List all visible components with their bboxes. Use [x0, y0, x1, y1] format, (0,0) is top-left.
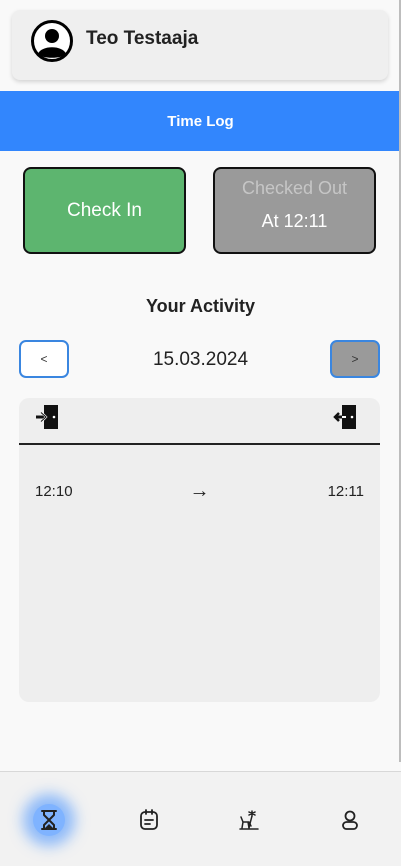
nav-profile[interactable] [320, 790, 380, 850]
panel-divider [19, 443, 380, 445]
door-exit-icon [333, 405, 356, 429]
activity-title: Your Activity [145, 296, 256, 316]
profile-icon [342, 810, 358, 830]
nav-holidays[interactable] [220, 790, 280, 850]
user-name: Teo Testaaja [86, 28, 199, 49]
checked-out-time: At 12:11 [261, 211, 328, 231]
bottom-navigation [0, 771, 401, 866]
beach-holiday-icon [239, 810, 259, 830]
check-in-button[interactable]: Check In [23, 167, 186, 254]
checked-out-button[interactable]: Checked Out At 12:11 [213, 167, 376, 254]
checked-out-label: Checked Out [241, 178, 348, 198]
calendar-note-icon [140, 809, 158, 830]
activity-panel: 12:10 → 12:11 [19, 398, 380, 702]
door-enter-icon [36, 405, 58, 429]
nav-time-log[interactable] [19, 790, 79, 850]
next-day-button[interactable]: > [330, 340, 380, 378]
user-card: Teo Testaaja [12, 10, 388, 80]
page-title: Time Log [0, 91, 401, 151]
hourglass-icon [41, 810, 57, 830]
user-circle-icon [31, 20, 73, 62]
nav-calendar[interactable] [119, 790, 179, 850]
check-out-time: 12:11 [327, 483, 364, 500]
arrow-glyph: → [189, 480, 210, 502]
